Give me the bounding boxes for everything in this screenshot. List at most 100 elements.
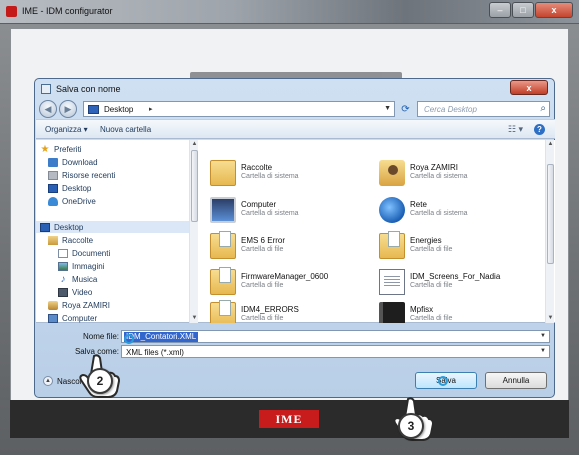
close-button[interactable]: x	[535, 2, 573, 18]
nav-item-label: Preferiti	[54, 144, 82, 154]
file-name: Computer	[241, 200, 277, 209]
nav-item-label: Computer	[62, 313, 98, 323]
nav-recent-places[interactable]: Risorse recenti	[48, 169, 115, 181]
nav-item-label: Raccolte	[62, 235, 94, 245]
minimize-button[interactable]: –	[489, 2, 511, 18]
dialog-toolbar: Organizza ▾ Nuova cartella ☷ ▾ ?	[36, 119, 555, 139]
file-item[interactable]: FirmwareManager_0600 Cartella di file	[206, 267, 366, 297]
computer-icon	[48, 313, 58, 323]
nav-computer[interactable]: Computer	[48, 312, 97, 323]
file-scroll-thumb[interactable]	[547, 164, 554, 264]
filename-dropdown-icon[interactable]: ▼	[540, 333, 546, 339]
xml-file-icon	[379, 269, 405, 295]
forward-arrow-icon: ▶	[64, 103, 72, 114]
file-item[interactable]: EMS 6 Error Cartella di file	[206, 231, 366, 261]
ime-logo: IME	[259, 410, 319, 428]
address-bar[interactable]: Desktop ▸ ▼	[83, 101, 395, 117]
file-item[interactable]: Rete Cartella di sistema	[375, 195, 535, 225]
forward-button[interactable]: ▶	[59, 100, 77, 118]
app-logo-icon	[6, 6, 17, 17]
savetype-dropdown-icon[interactable]: ▼	[540, 348, 546, 354]
star-icon: ★	[40, 143, 50, 155]
scroll-down-icon[interactable]: ▼	[190, 314, 199, 323]
nav-download[interactable]: Download	[48, 156, 98, 168]
folder-icon	[210, 160, 236, 186]
search-icon[interactable]: ⌕	[540, 103, 546, 114]
file-item[interactable]: Raccolte Cartella di sistema	[206, 158, 366, 188]
back-arrow-icon: ◀	[44, 103, 52, 114]
maximize-button[interactable]: □	[512, 2, 534, 18]
file-name: Raccolte	[241, 163, 273, 172]
help-icon[interactable]: ?	[534, 124, 545, 135]
dialog-window-icon	[41, 84, 51, 94]
cancel-button[interactable]: Annulla	[485, 372, 547, 389]
file-name: EMS 6 Error	[241, 236, 286, 245]
file-name: IDM_Screens_For_Nadia	[410, 272, 501, 281]
nav-user-folder[interactable]: Roya ZAMIRI	[48, 299, 110, 311]
nav-onedrive[interactable]: OneDrive	[48, 195, 96, 207]
file-item[interactable]: IDM4_ERRORS Cartella di file	[206, 300, 366, 323]
nav-item-label: Risorse recenti	[62, 170, 116, 180]
folder-icon	[210, 231, 236, 259]
savetype-select[interactable]: XML files (*.xml) ▼	[121, 345, 550, 358]
click-target-indicator	[438, 376, 448, 386]
file-item[interactable]: Roya ZAMIRI Cartella di sistema	[375, 158, 535, 188]
view-options-button[interactable]: ☷ ▾	[508, 124, 523, 135]
dialog-titlebar[interactable]: Salva con nome x	[35, 79, 554, 99]
address-dropdown-icon[interactable]: ▼	[384, 105, 391, 112]
address-location[interactable]: Desktop	[104, 105, 133, 114]
file-item[interactable]: IDM_Screens_For_Nadia Cartella di file	[375, 267, 535, 297]
libraries-icon	[48, 235, 58, 245]
file-list: Raccolte Cartella di sistema Roya ZAMIRI…	[200, 140, 544, 323]
file-list-scrollbar[interactable]: ▲ ▼	[545, 140, 554, 323]
file-item[interactable]: Computer Cartella di sistema	[206, 195, 366, 225]
file-item[interactable]: Energies Cartella di file	[375, 231, 535, 261]
dialog-title: Salva con nome	[56, 84, 121, 94]
nav-video[interactable]: Video	[58, 286, 92, 298]
download-folder-icon	[48, 157, 58, 167]
nav-desktop-favorite[interactable]: Desktop	[48, 182, 91, 194]
network-icon	[379, 197, 405, 223]
folder-icon	[210, 267, 236, 295]
nav-scroll-thumb[interactable]	[191, 150, 198, 222]
nav-desktop[interactable]: Desktop	[36, 221, 197, 233]
file-name: Energies	[410, 236, 442, 245]
scroll-up-icon[interactable]: ▲	[546, 140, 555, 149]
video-icon	[58, 287, 68, 297]
nav-favorites[interactable]: ★ Preferiti	[40, 143, 82, 155]
nav-item-label: OneDrive	[62, 196, 96, 206]
nav-pane-scrollbar[interactable]: ▲ ▼	[189, 140, 198, 323]
breadcrumb-arrow-icon[interactable]: ▸	[149, 105, 153, 113]
back-button[interactable]: ◀	[39, 100, 57, 118]
new-folder-button[interactable]: Nuova cartella	[100, 125, 151, 134]
refresh-button[interactable]: ⟳	[397, 101, 414, 117]
step-marker-2: 2	[87, 368, 113, 394]
file-name: Rete	[410, 200, 427, 209]
desktop-icon	[48, 183, 58, 193]
search-input[interactable]: Cerca Desktop ⌕	[417, 101, 550, 117]
scroll-up-icon[interactable]: ▲	[190, 140, 199, 149]
pictures-icon	[58, 261, 68, 271]
folder-icon	[379, 231, 405, 259]
file-name: IDM4_ERRORS	[241, 305, 299, 314]
address-row: ◀ ▶ Desktop ▸ ▼ ⟳ Cerca Desktop ⌕	[39, 100, 550, 118]
filename-field[interactable]: IDM_Contatori.XML ▼	[121, 330, 550, 343]
nav-music[interactable]: ♪ Musica	[58, 273, 98, 285]
folder-icon	[210, 300, 236, 323]
user-folder-icon	[379, 160, 405, 186]
file-type: Cartella di file	[410, 246, 453, 253]
dialog-close-button[interactable]: x	[510, 80, 548, 95]
nav-item-label: Desktop	[54, 222, 84, 232]
filename-value[interactable]: IDM_Contatori.XML	[124, 332, 199, 342]
nav-pictures[interactable]: Immagini	[58, 260, 104, 272]
nav-libraries[interactable]: Raccolte	[48, 234, 93, 246]
file-item[interactable]: Mpfisx Cartella di file	[375, 300, 535, 323]
file-type: Cartella di sistema	[410, 210, 468, 217]
scroll-down-icon[interactable]: ▼	[546, 314, 555, 323]
desktop-icon	[40, 222, 50, 232]
onedrive-icon	[48, 196, 58, 206]
click-target-indicator	[124, 334, 134, 344]
nav-documents[interactable]: Documenti	[58, 247, 110, 259]
save-as-dialog: Salva con nome x ◀ ▶ Desktop ▸ ▼ ⟳ Cerca…	[34, 78, 555, 398]
organize-menu[interactable]: Organizza ▾	[45, 125, 88, 134]
